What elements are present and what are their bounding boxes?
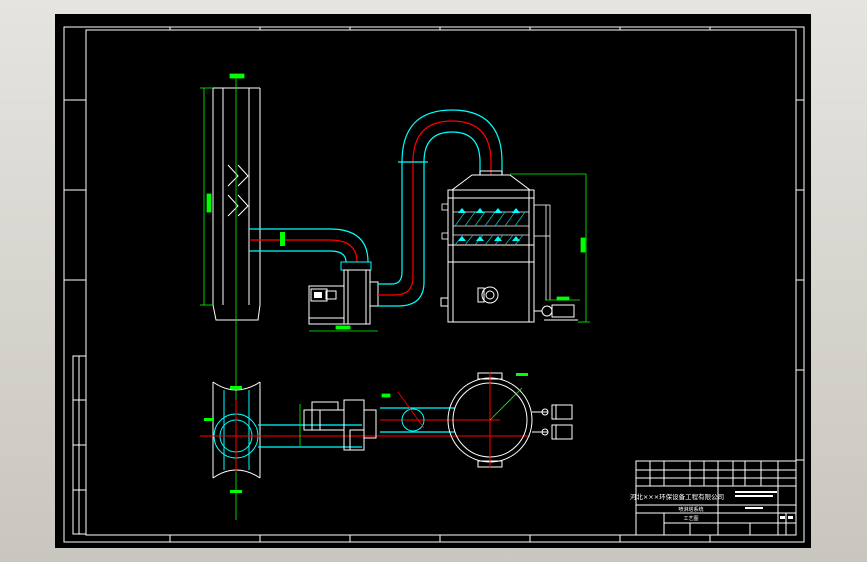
fan-motor-icon [314, 292, 322, 298]
duct-size-label [280, 232, 285, 246]
drawing-subtitle: 工艺图 [683, 516, 698, 522]
company-name: 河北×××环保设备工程有限公司 [630, 492, 724, 501]
drawing-sheet [55, 14, 811, 548]
cad-drawing: 河北×××环保设备工程有限公司 喷淋塔系统 工艺图 [55, 14, 811, 548]
cad-viewport: 河北×××环保设备工程有限公司 喷淋塔系统 工艺图 [0, 0, 867, 562]
drawing-title: 喷淋塔系统 [678, 506, 703, 513]
plan-tower-label [516, 373, 528, 376]
